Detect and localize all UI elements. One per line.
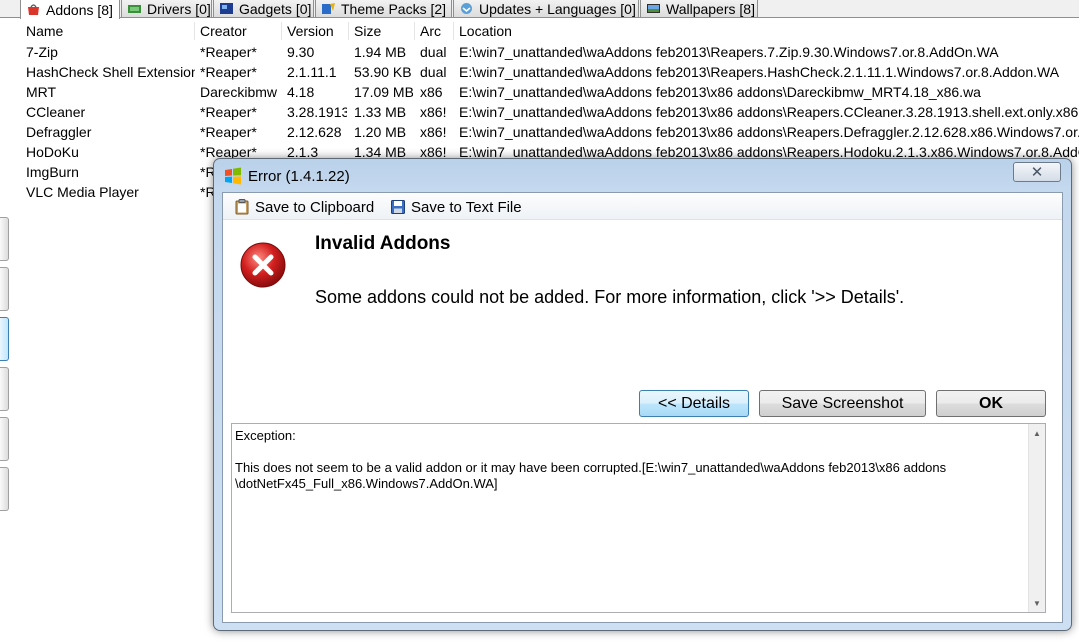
cell-name: ImgBurn [26, 164, 79, 180]
error-icon [239, 241, 287, 289]
save-screenshot-button[interactable]: Save Screenshot [759, 390, 926, 417]
tab-label: Drivers [0] [147, 0, 211, 17]
cell-creator: *Reaper* [200, 64, 257, 80]
column-header-creator[interactable]: Creator [194, 20, 280, 42]
list-header: Name Creator Version Size Arc Location [20, 20, 1079, 42]
cell-arc: dual [420, 64, 447, 80]
category-tab-strip: Addons [8] Drivers [0] Gadgets [0] Theme… [0, 0, 1079, 19]
cell-version: 9.30 [287, 44, 315, 60]
updates-icon [459, 2, 474, 15]
tab-addons[interactable]: Addons [8] [20, 0, 120, 19]
wallpapers-icon [646, 2, 661, 15]
tab-label: Addons [8] [46, 1, 113, 18]
cell-version: 2.12.628 [287, 124, 342, 140]
dialog-title: Error (1.4.1.22) [248, 168, 350, 185]
side-button[interactable] [0, 417, 9, 461]
cell-creator: Dareckibmw [200, 84, 278, 100]
left-side-button-strip [0, 217, 9, 517]
side-button[interactable] [0, 467, 9, 511]
cell-name: HoDoKu [26, 144, 79, 160]
cell-name: HashCheck Shell Extension [26, 64, 195, 80]
cell-size: 1.20 MB [354, 124, 407, 140]
column-header-version[interactable]: Version [281, 20, 347, 42]
drivers-icon [127, 2, 142, 15]
cell-name: Defraggler [26, 124, 92, 140]
cell-name: CCleaner [26, 104, 86, 120]
cell-location: E:\win7_unattanded\waAddons feb2013\x86 … [459, 104, 1079, 120]
error-dialog: Error (1.4.1.22) ✕ Save to Clipboard Sav… [213, 158, 1072, 631]
tab-wallpapers[interactable]: Wallpapers [8] [640, 0, 758, 18]
cell-arc: dual [420, 44, 447, 60]
cell-arc: x86! [420, 124, 447, 140]
dialog-title-bar[interactable]: Error (1.4.1.22) ✕ [214, 159, 1071, 193]
clipboard-icon [235, 199, 249, 215]
cell-creator: *Reaper* [200, 124, 257, 140]
side-button[interactable] [0, 217, 9, 261]
tab-label: Gadgets [0] [239, 0, 312, 17]
cell-size: 1.33 MB [354, 104, 407, 120]
list-row[interactable]: CCleaner *Reaper* 3.28.1913 1.33 MB x86!… [20, 102, 1079, 122]
save-to-text-file-button[interactable]: Save to Text File [391, 197, 522, 217]
cell-version: 3.28.1913 [287, 104, 347, 120]
error-heading: Invalid Addons [315, 233, 451, 254]
scroll-up-arrow-icon[interactable]: ▲ [1029, 425, 1045, 441]
ok-button[interactable]: OK [936, 390, 1046, 417]
cell-location: E:\win7_unattanded\waAddons feb2013\x86 … [459, 84, 981, 100]
side-button[interactable] [0, 367, 9, 411]
dialog-toolbar: Save to Clipboard Save to Text File [223, 193, 1062, 220]
tab-theme-packs[interactable]: Theme Packs [2] [315, 0, 452, 18]
details-textbox[interactable]: Exception: This does not seem to be a va… [231, 423, 1046, 613]
details-button[interactable]: << Details [639, 390, 749, 417]
side-button[interactable] [0, 267, 9, 311]
cell-name: VLC Media Player [26, 184, 139, 200]
column-header-arc[interactable]: Arc [414, 20, 452, 42]
details-text: Exception: This does not seem to be a va… [235, 428, 1020, 492]
tab-gadgets[interactable]: Gadgets [0] [213, 0, 314, 18]
scroll-down-arrow-icon[interactable]: ▼ [1029, 595, 1045, 611]
cell-version: 2.1.11.1 [287, 64, 337, 80]
theme-packs-icon [321, 2, 336, 15]
cell-size: 53.90 KB [354, 64, 412, 80]
list-row[interactable]: HashCheck Shell Extension *Reaper* 2.1.1… [20, 62, 1079, 82]
windows-logo-icon [224, 167, 242, 185]
tab-updates-languages[interactable]: Updates + Languages [0] [453, 0, 639, 18]
addons-icon [26, 3, 41, 16]
cell-size: 17.09 MB [354, 84, 413, 100]
tab-label: Wallpapers [8] [666, 0, 755, 17]
column-header-location[interactable]: Location [453, 20, 1079, 42]
tab-label: Theme Packs [2] [341, 0, 447, 17]
cell-name: MRT [26, 84, 57, 100]
close-button[interactable]: ✕ [1013, 162, 1061, 182]
tab-drivers[interactable]: Drivers [0] [121, 0, 212, 18]
save-to-text-file-label: Save to Text File [411, 198, 522, 216]
list-row[interactable]: MRT Dareckibmw 4.18 17.09 MB x86 E:\win7… [20, 82, 1079, 102]
column-header-size[interactable]: Size [348, 20, 413, 42]
side-button[interactable] [0, 317, 9, 361]
cell-version: 4.18 [287, 84, 315, 100]
floppy-disk-icon [391, 199, 405, 215]
cell-size: 1.94 MB [354, 44, 407, 60]
cell-location: E:\win7_unattanded\waAddons feb2013\Reap… [459, 44, 999, 60]
cell-creator: *Reaper* [200, 104, 257, 120]
list-row[interactable]: 7-Zip *Reaper* 9.30 1.94 MB dual E:\win7… [20, 42, 1079, 62]
cell-arc: x86! [420, 104, 447, 120]
details-message: This does not seem to be a valid addon o… [235, 460, 947, 491]
gadgets-icon [219, 2, 234, 15]
details-label: Exception: [235, 428, 296, 443]
list-row[interactable]: Defraggler *Reaper* 2.12.628 1.20 MB x86… [20, 122, 1079, 142]
cell-location: E:\win7_unattanded\waAddons feb2013\Reap… [459, 64, 1060, 80]
cell-creator: *Reaper* [200, 44, 257, 60]
error-message: Some addons could not be added. For more… [315, 287, 905, 307]
vertical-scrollbar[interactable]: ▲ ▼ [1028, 424, 1045, 612]
tab-label: Updates + Languages [0] [479, 0, 636, 17]
column-header-name[interactable]: Name [20, 20, 195, 42]
dialog-body: Save to Clipboard Save to Text File Inva… [222, 192, 1063, 623]
cell-arc: x86 [420, 84, 443, 100]
close-icon: ✕ [1030, 163, 1044, 181]
save-to-clipboard-button[interactable]: Save to Clipboard [235, 197, 374, 217]
cell-name: 7-Zip [26, 44, 58, 60]
cell-location: E:\win7_unattanded\waAddons feb2013\x86 … [459, 124, 1079, 140]
save-to-clipboard-label: Save to Clipboard [255, 198, 375, 216]
